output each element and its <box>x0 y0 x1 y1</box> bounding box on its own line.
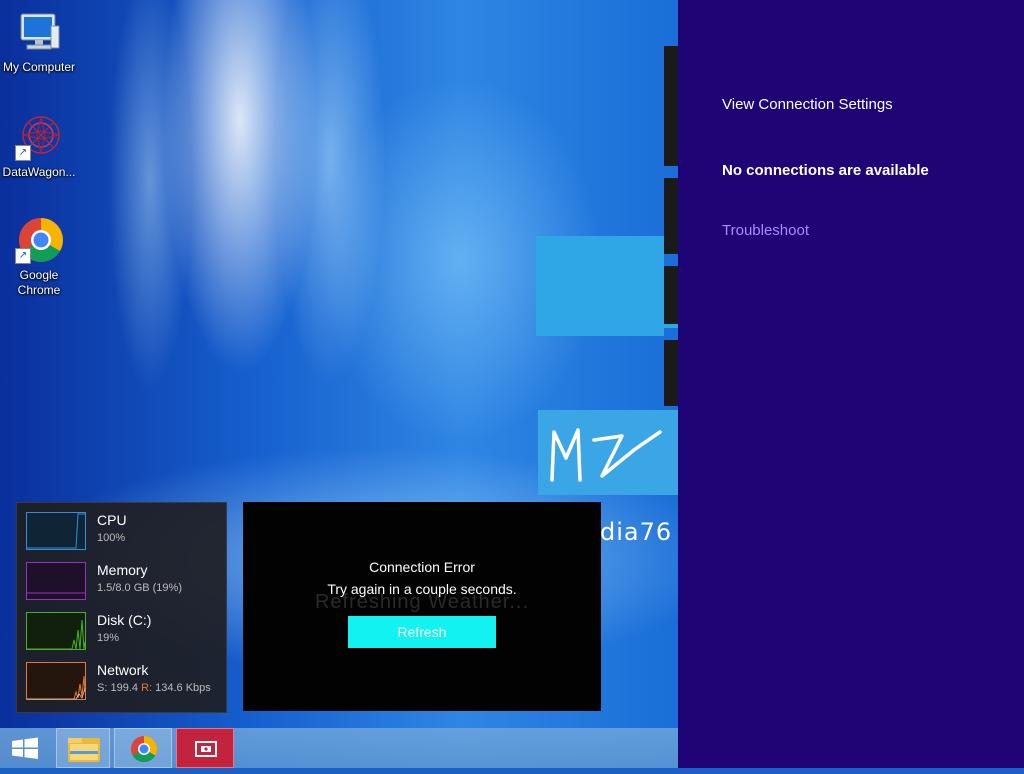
network-row: Network S: 199.4 R: 134.6 Kbps <box>26 662 226 704</box>
disk-title: Disk (C:) <box>97 612 152 628</box>
view-connection-settings-link[interactable]: View Connection Settings <box>722 96 893 113</box>
shortcut-arrow-icon: ↗ <box>15 145 31 161</box>
background-tile <box>664 46 678 166</box>
memory-value: 1.5/8.0 GB (19%) <box>97 582 182 594</box>
memory-title: Memory <box>97 562 148 578</box>
disk-row: Disk (C:) 19% <box>26 612 226 654</box>
background-tile <box>664 340 678 406</box>
desktop-icon-my-computer[interactable]: My Computer <box>1 8 77 75</box>
app-icon <box>195 741 217 757</box>
computer-icon <box>15 8 63 56</box>
desktop-icon-datawagon[interactable]: ↗ DataWagon... <box>1 113 77 180</box>
file-explorer-taskbar-button[interactable] <box>56 728 110 768</box>
desktop-icon-label: My Computer <box>2 60 76 74</box>
memory-row: Memory 1.5/8.0 GB (19%) <box>26 562 226 604</box>
background-app-text: dia76 <box>600 518 673 546</box>
network-flyout-panel: View Connection Settings No connections … <box>678 0 1024 768</box>
disk-graph <box>26 612 86 650</box>
datawagon-icon: ↗ <box>15 113 63 161</box>
disk-value: 19% <box>97 632 120 644</box>
weather-connection-error-panel: Refreshing Weather... Connection Error T… <box>243 502 601 711</box>
background-tile-accent <box>664 324 678 328</box>
cpu-title: CPU <box>97 512 127 528</box>
refresh-button[interactable]: Refresh <box>348 616 496 648</box>
network-recv-value: 134.6 Kbps <box>155 682 211 694</box>
start-button[interactable] <box>0 728 50 768</box>
network-sent-label: S: <box>97 682 108 694</box>
network-graph <box>26 662 86 700</box>
chrome-icon <box>131 735 158 763</box>
app-taskbar-button[interactable] <box>176 728 234 768</box>
cpu-value: 100% <box>97 532 126 544</box>
desktop-icon-label: DataWagon... <box>2 165 76 179</box>
resource-monitor-widget[interactable]: CPU 100% Memory 1.5/8.0 GB (19%) Disk (C… <box>16 502 227 713</box>
network-sent-value: 199.4 <box>110 682 138 694</box>
troubleshoot-link[interactable]: Troubleshoot <box>722 222 809 239</box>
file-explorer-icon <box>68 738 100 762</box>
network-value: S: 199.4 R: 134.6 Kbps <box>97 682 211 694</box>
network-recv-label: R: <box>141 682 153 694</box>
taskbar <box>0 728 678 768</box>
desktop-icon-google-chrome[interactable]: ↗ Google Chrome <box>1 216 77 298</box>
connection-status-text: No connections are available <box>722 162 929 179</box>
memory-graph <box>26 562 86 600</box>
error-title: Connection Error <box>369 559 475 575</box>
background-tile <box>664 178 678 254</box>
desktop-icon-label: Google Chrome <box>17 268 61 297</box>
chrome-taskbar-button[interactable] <box>114 728 172 768</box>
network-title: Network <box>97 662 149 678</box>
signature-tile <box>538 410 678 495</box>
shortcut-arrow-icon: ↗ <box>15 248 31 264</box>
chrome-icon: ↗ <box>15 216 63 264</box>
cpu-graph <box>26 512 86 550</box>
start-icon <box>12 737 38 759</box>
background-tile-blue <box>536 236 664 336</box>
cpu-row: CPU 100% <box>26 512 226 554</box>
error-message: Try again in a couple seconds. <box>327 581 517 597</box>
background-tile <box>664 266 678 326</box>
